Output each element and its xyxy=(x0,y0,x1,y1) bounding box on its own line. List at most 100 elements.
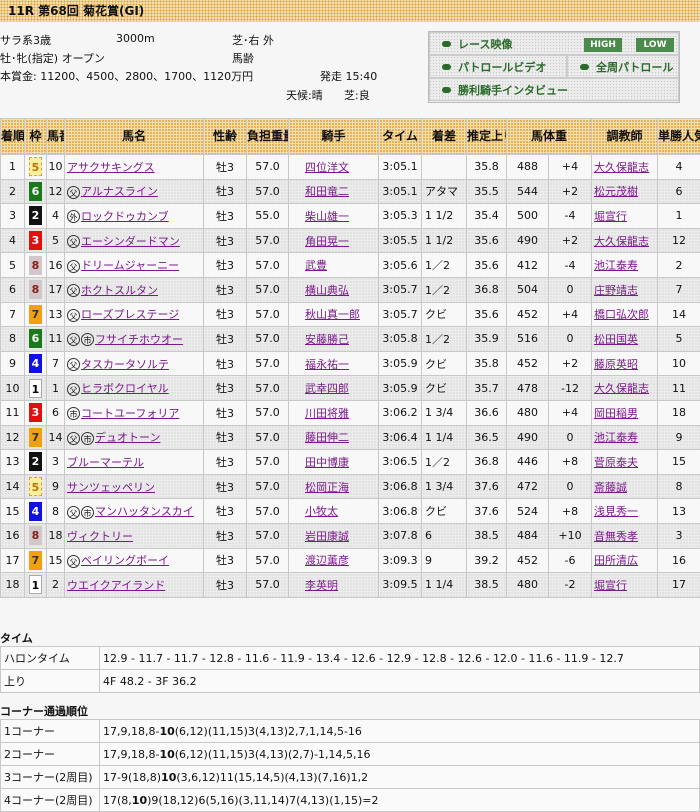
jockey: 福永祐一 xyxy=(288,350,379,377)
market-mark-icon: 市 xyxy=(81,333,94,347)
header-cell: 着差 xyxy=(421,118,467,155)
horse-name-link[interactable]: サンツェッペリン xyxy=(67,481,155,494)
jockey-link[interactable]: 武幸四郎 xyxy=(305,382,349,395)
trainer-link[interactable]: 堀宣行 xyxy=(594,579,627,592)
prize-money: 本賞金: 11200、4500、2800、1700、1120万円 xyxy=(0,70,254,83)
waku-badge: 3 xyxy=(29,403,42,423)
trainer-link[interactable]: 音無秀孝 xyxy=(594,530,638,543)
popularity: 10 xyxy=(657,350,700,377)
corner-order: 17-9(18,8)10(3,6,12)11(15,14,5)(4,13)(7,… xyxy=(99,765,700,789)
horse-name-link[interactable]: マンハッタンスカイ xyxy=(95,505,194,518)
trainer-link[interactable]: 岡田稲男 xyxy=(594,407,638,420)
trainer: 堀宣行 xyxy=(591,572,659,598)
going: 芝:良 xyxy=(344,89,370,102)
jockey-link[interactable]: 安藤勝己 xyxy=(305,333,349,346)
jockey-link[interactable]: 武豊 xyxy=(305,259,327,272)
trainer-link[interactable]: 大久保龍志 xyxy=(594,235,649,248)
trainer-link[interactable]: 浅見秀一 xyxy=(594,505,638,518)
jockey-link[interactable]: 和田竜二 xyxy=(305,185,349,198)
carried-weight: 57.0 xyxy=(246,326,289,352)
horse-name-link[interactable]: デュオトーン xyxy=(95,431,160,444)
low-quality-button[interactable]: LOW xyxy=(636,38,674,52)
trainer-link[interactable]: 池江泰寿 xyxy=(594,259,638,272)
post-time: 発走 15:40 xyxy=(320,70,378,83)
horse-name-link[interactable]: ウエイクアイランド xyxy=(67,579,165,592)
jockey-link[interactable]: 四位洋文 xyxy=(305,161,349,174)
horse-name-link[interactable]: アサクサキングス xyxy=(67,161,155,174)
body-weight-diff: 0 xyxy=(547,473,593,500)
trainer-link[interactable]: 斎藤誠 xyxy=(594,481,627,494)
jockey-link[interactable]: 角田晃一 xyxy=(305,235,349,248)
trainer-link[interactable]: 田所清広 xyxy=(594,554,638,567)
video-icon xyxy=(580,64,589,70)
jockey-link[interactable]: 岩田康誠 xyxy=(305,530,349,543)
horse-name-link[interactable]: ドリームジャーニー xyxy=(81,259,179,272)
header-cell: 負担重量 xyxy=(246,118,289,155)
trainer: 藤原英昭 xyxy=(591,350,659,377)
trainer-link[interactable]: 庄野靖志 xyxy=(594,284,638,297)
margin: 1 1/4 xyxy=(421,424,467,451)
trainer: 大久保龍志 xyxy=(591,375,659,401)
jockey-link[interactable]: 秋山真一郎 xyxy=(305,308,360,321)
jockey: 安藤勝己 xyxy=(288,326,379,352)
jockey-interview-label: 勝利騎手インタビュー xyxy=(458,84,568,97)
jockey-link[interactable]: 川田将雅 xyxy=(305,407,349,420)
patrol-video-link[interactable]: パトロールビデオ xyxy=(429,55,567,78)
full-patrol-link[interactable]: 全周パトロール xyxy=(567,55,679,78)
race-video-link[interactable]: レース映像 HIGH LOW xyxy=(429,32,679,55)
jockey-link[interactable]: 小牧太 xyxy=(305,505,338,518)
last-3f: 36.5 xyxy=(466,424,507,451)
carried-weight: 57.0 xyxy=(246,276,289,303)
horse-name: 外ロックドゥカンブ xyxy=(64,203,204,229)
horse-name-link[interactable]: ベイリングボーイ xyxy=(81,554,169,567)
trainer-link[interactable]: 菅原泰夫 xyxy=(594,456,638,469)
popularity: 6 xyxy=(657,178,700,205)
jockey-link[interactable]: 田中博康 xyxy=(305,456,349,469)
results-table: 着順枠馬番馬名性齢負担重量騎手タイム着差推定上り馬体重調教師単勝人気 1510ア… xyxy=(0,118,700,598)
trainer-link[interactable]: 松元茂樹 xyxy=(594,185,638,198)
jockey-interview-link[interactable]: 勝利騎手インタビュー xyxy=(429,78,679,101)
waku-badge: 6 xyxy=(29,329,42,349)
horse-name-link[interactable]: エーシンダードマン xyxy=(81,235,180,248)
horse-name-link[interactable]: タスカータソルテ xyxy=(81,358,169,371)
horse-name: サンツェッペリン xyxy=(64,473,204,500)
table-row: 9 4 7 父タスカータソルテ 牡3 57.0 福永祐一 3:05.9 クビ 35.8 452 +2 藤… xyxy=(0,350,700,377)
trainer-link[interactable]: 大久保龍志 xyxy=(594,382,649,395)
horse-name-link[interactable]: ホクトスルタン xyxy=(81,284,158,297)
horse-name-link[interactable]: フサイチホウオー xyxy=(95,333,183,346)
jockey-link[interactable]: 藤田伸二 xyxy=(305,431,349,444)
trainer-link[interactable]: 堀宣行 xyxy=(594,210,627,223)
trainer-link[interactable]: 橋口弘次郎 xyxy=(594,308,649,321)
horse-name-link[interactable]: コートユーフォリア xyxy=(81,407,179,420)
waku-badge: 8 xyxy=(29,280,42,300)
jockey-link[interactable]: 李英明 xyxy=(305,579,338,592)
sire-mark-icon: 父 xyxy=(67,308,80,322)
header-cell: 単勝人気 xyxy=(657,118,700,155)
jockey-link[interactable]: 松岡正海 xyxy=(305,481,349,494)
body-weight: 544 xyxy=(506,178,549,205)
jockey-link[interactable]: 柴山雄一 xyxy=(305,210,349,223)
sex-age: 牡3 xyxy=(203,227,247,254)
carried-weight: 57.0 xyxy=(246,227,289,254)
race-course: 芝･右 外 xyxy=(232,34,274,47)
jockey-link[interactable]: 渡辺薫彦 xyxy=(305,554,349,567)
horse-name-link[interactable]: ヒラボクロイヤル xyxy=(81,382,169,395)
horse-name-link[interactable]: ローズプレステージ xyxy=(81,308,179,321)
jockey-link[interactable]: 福永祐一 xyxy=(305,358,349,371)
horse-name-link[interactable]: ロックドゥカンブ xyxy=(81,210,169,223)
high-quality-button[interactable]: HIGH xyxy=(584,38,622,52)
corner-label: 4コーナー(2周目) xyxy=(0,788,100,812)
horse-name-link[interactable]: ブルーマーテル xyxy=(67,456,144,469)
trainer-link[interactable]: 池江泰寿 xyxy=(594,431,638,444)
jockey: 岩田康誠 xyxy=(288,522,379,549)
trainer-link[interactable]: 藤原英昭 xyxy=(594,358,638,371)
trainer-link[interactable]: 大久保龍志 xyxy=(594,161,649,174)
jockey-link[interactable]: 横山典弘 xyxy=(305,284,349,297)
horse-name-link[interactable]: アルナスライン xyxy=(81,185,158,198)
horse-name-link[interactable]: ヴィクトリー xyxy=(67,530,133,543)
video-icon xyxy=(442,87,451,93)
body-weight-diff: +8 xyxy=(547,498,593,524)
trainer-link[interactable]: 松田国英 xyxy=(594,333,638,346)
margin: 1 3/4 xyxy=(421,399,467,426)
finish-position: 17 xyxy=(0,547,25,574)
